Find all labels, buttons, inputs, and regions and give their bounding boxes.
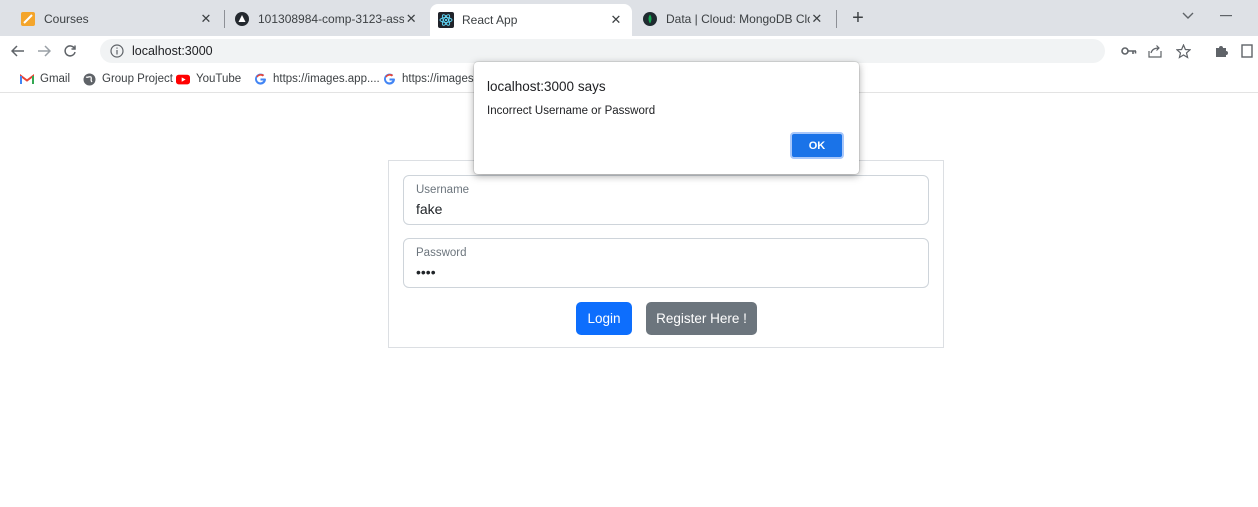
close-tab-icon[interactable]: ✕ (810, 11, 824, 27)
alert-message: Incorrect Username or Password (487, 105, 656, 117)
login-button[interactable]: Login (576, 302, 632, 335)
tab-title: Data | Cloud: MongoDB Cloud (666, 12, 810, 26)
mongodb-leaf-icon (642, 11, 658, 27)
register-button[interactable]: Register Here ! (646, 302, 757, 335)
tab-title: Courses (44, 12, 89, 26)
username-input[interactable]: fake (416, 201, 442, 217)
bookmark-label: https://images.app.... (273, 73, 380, 85)
tab-strip: Courses ✕ 101308984-comp-3123-assignm ✕ … (0, 0, 1258, 36)
courses-icon (20, 11, 36, 27)
tab-courses[interactable]: Courses ✕ (12, 6, 222, 32)
password-input[interactable]: •••• (416, 264, 436, 280)
bookmark-label: Group Project (102, 73, 173, 85)
gmail-icon (20, 72, 34, 86)
tab-separator (836, 10, 837, 28)
key-icon[interactable] (1120, 42, 1138, 60)
tab-mongodb[interactable]: Data | Cloud: MongoDB Cloud ✕ (634, 6, 832, 32)
tab-title: 101308984-comp-3123-assignm (258, 12, 405, 26)
minimize-icon[interactable] (1216, 6, 1236, 26)
alert-dialog: localhost:3000 says Incorrect Username o… (474, 62, 859, 174)
tab-separator (224, 10, 225, 28)
bookmark-label: https://images.a (402, 73, 484, 85)
close-tab-icon[interactable]: ✕ (404, 11, 418, 27)
react-icon (438, 12, 454, 28)
tab-react-app[interactable]: React App ✕ (430, 4, 632, 36)
new-tab-button[interactable]: + (848, 7, 868, 29)
site-info-icon[interactable] (110, 44, 124, 58)
tab-search-chevron-icon[interactable] (1178, 6, 1198, 26)
bookmark-label: Gmail (40, 73, 71, 85)
side-panel-icon[interactable] (1240, 42, 1254, 60)
login-card: Username fake Password •••• Login Regist… (388, 160, 944, 348)
alert-title: localhost:3000 says (487, 79, 606, 94)
extensions-puzzle-icon[interactable] (1212, 42, 1230, 60)
username-field[interactable]: Username fake (403, 175, 929, 225)
google-icon (253, 72, 267, 86)
close-tab-icon[interactable]: ✕ (198, 11, 214, 27)
username-label: Username (416, 184, 470, 196)
bookmark-star-icon[interactable] (1174, 42, 1192, 60)
address-url: localhost:3000 (132, 44, 213, 58)
bookmark-youtube[interactable]: YouTube (176, 71, 241, 87)
github-icon (234, 11, 250, 27)
globe-icon (82, 72, 96, 86)
google-icon (382, 72, 396, 86)
back-arrow-icon[interactable] (8, 41, 28, 61)
ok-button[interactable]: OK (790, 132, 844, 159)
tab-title: React App (462, 13, 518, 27)
bookmark-images-app[interactable]: https://images.app.... (253, 71, 380, 87)
reload-icon[interactable] (60, 41, 80, 61)
bookmark-group-project[interactable]: Group Project (82, 71, 173, 87)
youtube-icon (176, 72, 190, 86)
bookmark-label: YouTube (196, 73, 242, 85)
tab-github[interactable]: 101308984-comp-3123-assignm ✕ (226, 6, 426, 32)
address-bar[interactable]: localhost:3000 (100, 39, 1105, 63)
password-label: Password (416, 247, 467, 259)
share-icon[interactable] (1146, 42, 1164, 60)
bookmark-gmail[interactable]: Gmail (20, 71, 70, 87)
bookmark-images-a[interactable]: https://images.a (382, 71, 483, 87)
password-field[interactable]: Password •••• (403, 238, 929, 288)
forward-arrow-icon[interactable] (34, 41, 54, 61)
close-tab-icon[interactable]: ✕ (608, 12, 624, 28)
